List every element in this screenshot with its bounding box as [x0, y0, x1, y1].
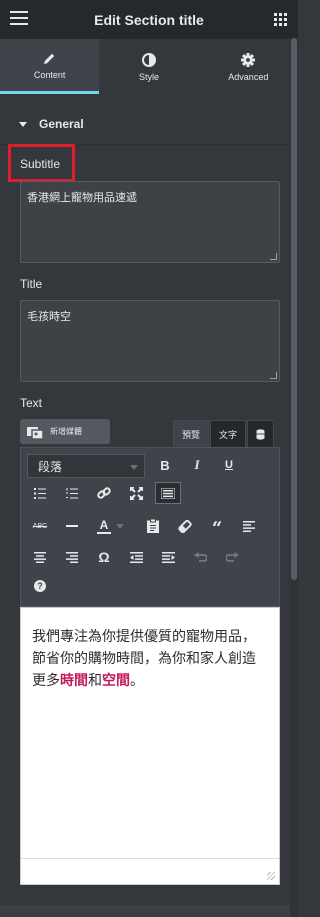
content-text: 。 [130, 673, 144, 689]
subtitle-value: 香港網上寵物用品速遞 [27, 191, 137, 204]
paste-text-button[interactable] [140, 515, 166, 537]
horizontal-line-icon [66, 525, 78, 527]
format-select[interactable]: 段落 [27, 454, 145, 478]
color-bar [97, 531, 111, 534]
tab-visual-label: 預覽 [182, 429, 201, 440]
editor-statusbar [21, 858, 279, 884]
tab-label: Style [138, 71, 159, 82]
fullscreen-button[interactable] [123, 482, 149, 504]
clear-formatting-button[interactable] [172, 515, 198, 537]
tab-label: Advanced [228, 71, 269, 82]
editor-content[interactable]: 我們專注為你提供優質的寵物用品，節省你的購物時間，為你和家人創造更多時間和空間。 [21, 608, 279, 692]
tab-style[interactable]: Style [99, 39, 198, 94]
omega-icon: Ω [98, 549, 110, 565]
italic-icon: I [194, 457, 200, 472]
panel-header: Edit Section title [0, 0, 298, 39]
help-icon: ? [34, 580, 46, 592]
rich-text-editor[interactable]: 我們專注為你提供優質的寵物用品，節省你的購物時間，為你和家人創造更多時間和空間。 [20, 607, 280, 885]
add-media-label: 新增媒體 [50, 427, 82, 436]
eraser-icon [178, 519, 192, 533]
align-left-button[interactable] [236, 515, 262, 537]
media-icon [26, 425, 44, 440]
content-text: 和 [88, 673, 102, 689]
title-label: Title [20, 277, 43, 291]
text-color-dropdown[interactable] [113, 515, 127, 537]
numbered-list-icon [66, 487, 78, 498]
panel-scrollbar[interactable] [290, 38, 298, 917]
contrast-icon [141, 52, 157, 68]
grid-icon[interactable] [274, 13, 287, 26]
keyboard-icon [161, 487, 175, 499]
section-title: General [39, 117, 84, 131]
chevron-down-icon [116, 523, 124, 529]
indent-icon [161, 551, 175, 563]
tab-text-label: 文字 [219, 429, 238, 440]
align-right-icon [66, 551, 78, 563]
special-character-button[interactable]: Ω [91, 546, 117, 568]
hamburger-menu-icon[interactable] [10, 11, 28, 27]
chevron-down-icon [130, 465, 138, 470]
title-value: 毛孩時空 [27, 310, 71, 323]
blockquote-button[interactable]: “ [204, 515, 230, 539]
panel-title: Edit Section title [94, 11, 204, 28]
resize-handle-icon[interactable] [270, 372, 277, 379]
bullet-list-button[interactable] [27, 482, 53, 504]
outdent-icon [129, 551, 143, 563]
panel-tabs: Content Style Advanced [0, 39, 298, 94]
title-textarea[interactable]: 毛孩時空 [20, 300, 280, 382]
outdent-button[interactable] [123, 546, 149, 568]
bold-icon: B [160, 457, 170, 473]
strikethrough-button[interactable]: ABC [27, 515, 53, 537]
fullscreen-icon [129, 486, 143, 500]
strikethrough-icon: ABC [32, 522, 48, 530]
database-icon [256, 428, 265, 440]
section-toggle-general[interactable]: General [0, 104, 290, 144]
text-color-icon: A [99, 517, 109, 532]
tab-content[interactable]: Content [0, 39, 100, 94]
numbered-list-button[interactable] [59, 482, 85, 504]
underline-button[interactable]: U [216, 454, 242, 476]
link-button[interactable] [91, 482, 117, 504]
redo-icon [225, 551, 239, 562]
underline-icon: U [225, 459, 233, 471]
panel-footer [0, 905, 290, 917]
resize-handle-icon[interactable] [270, 253, 277, 260]
database-button[interactable] [247, 420, 275, 447]
redo-button[interactable] [219, 546, 245, 568]
toolbar-toggle-button[interactable] [155, 482, 181, 504]
bold-button[interactable]: B [152, 454, 178, 476]
tab-visual[interactable]: 預覽 [173, 420, 210, 447]
subtitle-label: Subtitle [20, 157, 61, 171]
format-select-value: 段落 [38, 459, 63, 474]
horizontal-line-button[interactable] [59, 515, 85, 537]
quote-icon: “ [211, 518, 223, 539]
bullet-list-icon [34, 487, 46, 499]
align-center-icon [34, 551, 46, 563]
text-label: Text [20, 396, 43, 410]
align-right-button[interactable] [59, 546, 85, 568]
paste-icon [147, 519, 159, 533]
help-button[interactable]: ? [27, 575, 53, 597]
scrollbar-thumb[interactable] [291, 38, 297, 580]
subtitle-textarea[interactable]: 香港網上寵物用品速遞 [20, 181, 280, 263]
caret-down-icon [19, 121, 27, 127]
resize-grip-icon[interactable] [267, 872, 275, 880]
link-icon [97, 487, 111, 499]
add-media-button[interactable]: 新增媒體 [20, 419, 110, 444]
tab-text[interactable]: 文字 [210, 420, 247, 447]
indent-button[interactable] [155, 546, 181, 568]
highlight-text: 空間 [102, 673, 130, 689]
align-left-icon [243, 520, 255, 532]
pencil-icon [42, 50, 58, 66]
editor-toolbar: 段落 B I U ABC A “ Ω ? [20, 447, 280, 607]
tab-label: Content [33, 70, 66, 80]
editor-mode-tabs: 預覽 文字 [173, 420, 275, 447]
tab-advanced[interactable]: Advanced [199, 39, 298, 94]
align-center-button[interactable] [27, 546, 53, 568]
highlight-text: 時間 [60, 673, 88, 689]
undo-button[interactable] [187, 546, 213, 568]
gear-icon [240, 52, 256, 68]
undo-icon [193, 551, 207, 562]
italic-button[interactable]: I [184, 454, 210, 476]
